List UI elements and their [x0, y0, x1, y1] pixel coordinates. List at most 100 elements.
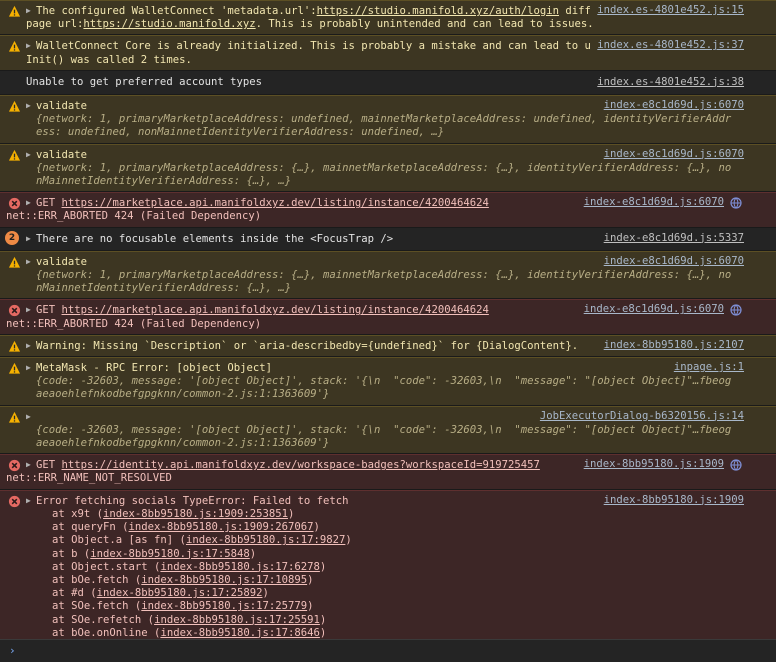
stack-frame: at queryFn (index-8bb95180.js:1909:26706… [26, 521, 736, 534]
expand-arrow-icon[interactable]: ▶ [26, 458, 36, 471]
message-label: MetaMask - RPC Error: [object Object] [36, 362, 272, 375]
warning-icon [8, 41, 21, 53]
console-warning-message[interactable]: ▶ Warning: Missing `Description` or `aria… [0, 334, 776, 358]
expand-arrow-icon[interactable]: ▶ [26, 99, 36, 112]
stack-frame-close: ) [319, 560, 327, 573]
object-preview-text: {network: 1, primaryMarketplaceAddress: … [36, 161, 732, 188]
stack-frame-link[interactable]: index-8bb95180.js:17:8646 [160, 627, 319, 639]
stack-frame-link[interactable]: index-8bb95180.js:17:10895 [141, 574, 307, 586]
console-error-message[interactable]: ▶ GET https://marketplace.api.manifoldxyz… [0, 192, 776, 228]
network-globe-icon[interactable] [730, 197, 742, 209]
message-link[interactable]: https://studio.manifold.xyz/auth/login [317, 5, 559, 17]
console-error-message[interactable]: ▶ GET https://identity.api.manifoldxyz.de… [0, 454, 776, 490]
stack-frame-function: at SOe.fetch ( [52, 600, 142, 613]
prompt-chevron-icon: › [9, 644, 16, 657]
expand-arrow-icon[interactable]: ▶ [26, 361, 36, 374]
request-url-link[interactable]: https://marketplace.api.manifoldxyz.dev/… [62, 197, 489, 209]
error-icon [8, 495, 21, 507]
stack-frame-close: ) [307, 573, 314, 586]
expand-arrow-icon[interactable]: ▶ [26, 339, 36, 352]
console-error-message[interactable]: ▶ GET https://marketplace.api.manifoldxyz… [0, 299, 776, 335]
console-warning-message[interactable]: ▶ validate index-e8c1d69d.js:6070 {networ… [0, 143, 776, 193]
stack-frame-function: at bOe.fetch ( [52, 573, 142, 586]
stack-frame-link[interactable]: index-8bb95180.js:17:25779 [141, 600, 307, 612]
message-text: There are no focusable elements inside t… [36, 232, 394, 245]
source-link[interactable]: index-e8c1d69d.js:5337 [597, 231, 744, 245]
console-warning-message[interactable]: ▶ validate index-e8c1d69d.js:6070 {networ… [0, 250, 776, 300]
warning-icon [8, 411, 21, 423]
stack-frame: at bOe.onOnline (index-8bb95180.js:17:86… [26, 627, 736, 640]
source-link[interactable]: index-8bb95180.js:1909 [577, 458, 724, 472]
stack-frame-function: at SOe.refetch ( [52, 613, 155, 626]
stack-frame-link[interactable]: index-8bb95180.js:17:25591 [154, 614, 320, 626]
object-preview[interactable]: {code: -32603, message: '[object Object]… [26, 424, 736, 450]
expand-arrow-icon[interactable]: ▶ [26, 494, 36, 507]
source-link[interactable]: inpage.js:1 [667, 361, 744, 375]
source-link[interactable]: index.es-4801e452.js:37 [591, 39, 744, 53]
error-status-text: net::ERR_NAME_NOT_RESOLVED [6, 472, 172, 485]
request-url-link[interactable]: https://identity.api.manifoldxyz.dev/wor… [62, 459, 540, 471]
stack-frame-close: ) [319, 613, 327, 626]
object-preview[interactable]: {network: 1, primaryMarketplaceAddress: … [26, 269, 736, 295]
object-preview-text: {network: 1, primaryMarketplaceAddress: … [36, 113, 732, 139]
request-url-link[interactable]: https://marketplace.api.manifoldxyz.dev/… [62, 304, 489, 316]
console-error-message[interactable]: ▶ Error fetching socials TypeError: Faile… [0, 489, 776, 647]
message-text: Error fetching socials TypeError: Failed… [36, 494, 349, 507]
expand-arrow-icon[interactable]: ▶ [26, 148, 36, 161]
console-warning-message[interactable]: ▶ WalletConnect Core is already initializ… [0, 35, 776, 71]
stack-frame-close: ) [345, 534, 352, 547]
source-link[interactable]: index.es-4801e452.js:38 [591, 75, 744, 90]
stack-frame: at Object.a [as fn] (index-8bb95180.js:1… [26, 534, 736, 547]
stack-frame-function: at #d ( [52, 587, 97, 600]
source-link[interactable]: index-e8c1d69d.js:6070 [597, 99, 744, 113]
expand-arrow-icon[interactable]: ▶ [26, 4, 36, 17]
request-method: GET [36, 197, 62, 210]
error-status-text: net::ERR_ABORTED 424 (Failed Dependency) [6, 210, 262, 223]
network-globe-icon[interactable] [730, 304, 742, 317]
source-link[interactable]: index-e8c1d69d.js:6070 [577, 303, 724, 317]
stack-frame-link[interactable]: index-8bb95180.js:1909:253851 [103, 508, 288, 520]
stack-frame-link[interactable]: index-8bb95180.js:17:5848 [90, 548, 249, 560]
source-link[interactable]: JobExecutorDialog-b6320156.js:14 [533, 409, 744, 423]
stack-frame-link[interactable]: index-8bb95180.js:1909:267067 [129, 521, 314, 533]
stack-frame: at x9t (index-8bb95180.js:1909:253851) [26, 508, 736, 521]
console-prompt[interactable]: › [0, 639, 776, 662]
source-link[interactable]: index-8bb95180.js:2107 [597, 338, 744, 353]
stack-frame-close: ) [249, 547, 257, 560]
message-link[interactable]: https://studio.manifold.xyz [83, 18, 255, 30]
console-warning-message[interactable]: ▶ JobExecutorDialog-b6320156.js:14 {code… [0, 405, 776, 455]
expand-arrow-icon[interactable]: ▶ [26, 232, 36, 245]
stack-frame-close: ) [313, 521, 320, 534]
error-status-text: net::ERR_ABORTED 424 (Failed Dependency) [6, 317, 262, 330]
warning-icon [8, 5, 21, 17]
expand-arrow-icon[interactable]: ▶ [26, 255, 36, 268]
source-link[interactable]: index-8bb95180.js:1909 [597, 493, 744, 507]
message-text-post: . This is probably unintended and can le… [255, 18, 594, 31]
console-warning-message[interactable]: ▶ MetaMask - RPC Error: [object Object] i… [0, 357, 776, 406]
object-preview[interactable]: {network: 1, primaryMarketplaceAddress: … [26, 162, 736, 188]
expand-arrow-icon[interactable]: ▶ [26, 39, 36, 52]
source-link[interactable]: index.es-4801e452.js:15 [591, 4, 744, 18]
console-warning-message[interactable]: ▶ The configured WalletConnect 'metadata.… [0, 0, 776, 36]
source-link[interactable]: index-e8c1d69d.js:6070 [577, 196, 724, 210]
stack-frame-link[interactable]: index-8bb95180.js:17:6278 [160, 561, 319, 573]
stack-frame-link[interactable]: index-8bb95180.js:17:25892 [97, 587, 263, 599]
object-preview[interactable]: {network: 1, primaryMarketplaceAddress: … [26, 113, 736, 139]
request-method: GET [36, 304, 62, 317]
error-icon [8, 198, 21, 210]
object-preview[interactable]: {code: -32603, message: '[object Object]… [26, 375, 736, 401]
network-globe-icon[interactable] [730, 459, 742, 471]
expand-arrow-icon[interactable]: ▶ [26, 410, 36, 423]
stack-frame-close: ) [288, 507, 295, 520]
source-link[interactable]: index-e8c1d69d.js:6070 [597, 254, 744, 269]
stack-frame-function: at Object.a [as fn] ( [52, 534, 186, 547]
object-preview-text: {network: 1, primaryMarketplaceAddress: … [36, 269, 732, 295]
console-repeated-message[interactable]: 2 ▶ There are no focusable elements insid… [0, 227, 776, 251]
expand-arrow-icon[interactable]: ▶ [26, 303, 36, 316]
console-warning-message[interactable]: ▶ validate index-e8c1d69d.js:6070 {networ… [0, 95, 776, 144]
console-log-message[interactable]: Unable to get preferred account types in… [0, 70, 776, 96]
stack-frame-link[interactable]: index-8bb95180.js:17:9827 [186, 534, 345, 546]
expand-arrow-icon[interactable]: ▶ [26, 196, 36, 209]
source-link[interactable]: index-e8c1d69d.js:6070 [597, 147, 744, 161]
object-preview-text: {code: -32603, message: '[object Object]… [36, 375, 732, 401]
